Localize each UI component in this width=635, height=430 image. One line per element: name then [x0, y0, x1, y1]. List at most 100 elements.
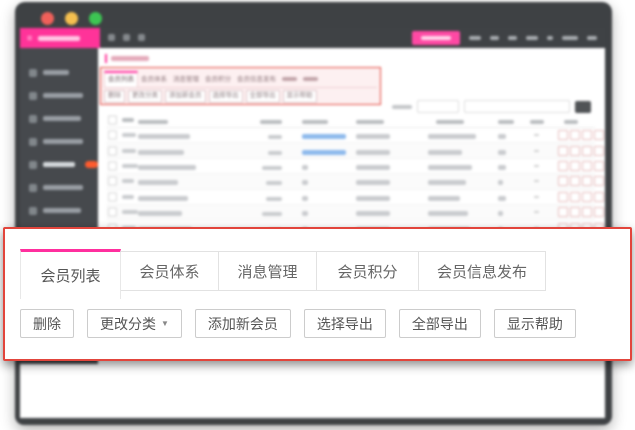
action-button[interactable]	[594, 192, 604, 202]
tab-members-list[interactable]: 会员列表	[20, 249, 121, 299]
profile-link[interactable]	[302, 134, 346, 139]
header-menu	[412, 28, 597, 48]
delete-button[interactable]: 删除	[20, 309, 74, 338]
menu-item-placeholder[interactable]	[508, 36, 517, 40]
toolbar-buttons: 删除 更改分类▼ 添加新会员 选择导出 全部导出 显示帮助	[20, 309, 576, 338]
row-checkbox[interactable]	[108, 131, 117, 140]
change-category-button[interactable]: 更改分类▼	[87, 309, 182, 338]
toolbar-icons	[108, 34, 145, 41]
action-button[interactable]	[582, 192, 592, 202]
app-top-bar: ≡	[20, 28, 605, 48]
bg-tab-member-system[interactable]: 会员体系	[138, 73, 170, 88]
highlight-region: 会员列表 会员体系 消息管理 会员积分 会员信息发布 删除 更改分类 添加新会员…	[100, 67, 381, 105]
bg-change-category-button[interactable]: 更改分类	[128, 90, 162, 103]
action-button[interactable]	[582, 146, 592, 156]
menu-item-placeholder[interactable]	[490, 36, 499, 40]
maximize-button[interactable]	[89, 12, 102, 25]
export-all-button[interactable]: 全部导出	[399, 309, 481, 338]
action-button[interactable]	[594, 207, 604, 217]
row-checkbox[interactable]	[108, 146, 117, 155]
page-title	[105, 54, 149, 63]
profile-link[interactable]	[302, 150, 346, 155]
sidebar-item-active[interactable]	[20, 153, 98, 176]
members-table	[106, 112, 595, 236]
bg-add-member-button[interactable]: 添加新会员	[165, 90, 206, 103]
action-button[interactable]	[558, 130, 568, 140]
action-button[interactable]	[594, 176, 604, 186]
sidebar-item[interactable]	[20, 84, 98, 107]
export-selected-button[interactable]: 选择导出	[304, 309, 386, 338]
menu-item-placeholder[interactable]	[562, 36, 578, 40]
grid-icon[interactable]	[123, 34, 130, 41]
action-button[interactable]	[570, 192, 580, 202]
minimize-button[interactable]	[65, 12, 78, 25]
brand-logo[interactable]: ≡	[20, 28, 100, 48]
tab-member-info-publish[interactable]: 会员信息发布	[418, 251, 546, 291]
sidebar-item[interactable]	[20, 61, 98, 84]
menu-item-placeholder[interactable]	[526, 36, 538, 40]
bg-tab-member-points[interactable]: 会员积分	[202, 73, 234, 88]
select-all-checkbox[interactable]	[108, 115, 117, 124]
action-button[interactable]	[558, 161, 568, 171]
bg-tab-message-mgmt[interactable]: 消息管理	[170, 73, 202, 88]
tab-member-system[interactable]: 会员体系	[120, 251, 219, 291]
add-new-member-button[interactable]: 添加新会员	[195, 309, 291, 338]
bg-tab-members-list[interactable]: 会员列表	[104, 71, 138, 88]
nav-icon	[29, 161, 37, 169]
nav-icon	[29, 92, 37, 100]
menu-item-placeholder[interactable]	[547, 36, 553, 40]
tab-bar: 会员列表 会员体系 消息管理 会员积分 会员信息发布	[20, 249, 546, 299]
bell-icon[interactable]	[138, 34, 145, 41]
header-primary-button[interactable]	[412, 31, 460, 45]
action-button[interactable]	[558, 207, 568, 217]
row-actions	[558, 176, 604, 186]
close-button[interactable]	[41, 12, 54, 25]
bg-tab-extra[interactable]	[279, 73, 300, 88]
row-actions	[558, 146, 604, 156]
bg-delete-button[interactable]: 删除	[104, 90, 125, 103]
action-button[interactable]	[582, 176, 592, 186]
bg-button-row: 删除 更改分类 添加新会员 选择导出 全部导出 显示帮助	[104, 90, 317, 103]
bg-tab-member-info[interactable]: 会员信息发布	[234, 73, 279, 88]
row-actions	[558, 130, 604, 140]
bg-export-all-button[interactable]: 全部导出	[246, 90, 280, 103]
refresh-icon[interactable]	[108, 34, 115, 41]
sidebar-item[interactable]	[20, 130, 98, 153]
bg-tab-bar: 会员列表 会员体系 消息管理 会员积分 会员信息发布	[104, 71, 377, 88]
row-checkbox[interactable]	[108, 177, 117, 186]
tab-message-mgmt[interactable]: 消息管理	[218, 251, 317, 291]
row-checkbox[interactable]	[108, 208, 117, 217]
row-actions	[558, 192, 604, 202]
nav-icon	[29, 69, 37, 77]
row-checkbox[interactable]	[108, 192, 117, 201]
sidebar-item[interactable]	[20, 199, 98, 222]
action-button[interactable]	[570, 161, 580, 171]
tab-member-points[interactable]: 会员积分	[316, 251, 419, 291]
caret-down-icon: ▼	[161, 320, 169, 328]
row-actions	[558, 161, 604, 171]
sidebar-item[interactable]	[20, 107, 98, 130]
row-actions	[558, 207, 604, 217]
row-checkbox[interactable]	[108, 161, 117, 170]
bg-tab-extra[interactable]	[300, 73, 321, 88]
bg-export-selected-button[interactable]: 选择导出	[209, 90, 243, 103]
sidebar-item[interactable]	[20, 176, 98, 199]
action-button[interactable]	[582, 161, 592, 171]
action-button[interactable]	[570, 176, 580, 186]
bg-show-help-button[interactable]: 显示帮助	[283, 90, 317, 103]
action-button[interactable]	[570, 207, 580, 217]
action-button[interactable]	[558, 146, 568, 156]
action-button[interactable]	[582, 130, 592, 140]
action-button[interactable]	[558, 176, 568, 186]
nav-icon	[29, 207, 37, 215]
action-button[interactable]	[558, 192, 568, 202]
action-button[interactable]	[582, 207, 592, 217]
action-button[interactable]	[594, 161, 604, 171]
action-button[interactable]	[570, 130, 580, 140]
show-help-button[interactable]: 显示帮助	[494, 309, 576, 338]
menu-item-placeholder[interactable]	[587, 36, 597, 40]
action-button[interactable]	[594, 146, 604, 156]
action-button[interactable]	[594, 130, 604, 140]
action-button[interactable]	[570, 146, 580, 156]
menu-item-placeholder[interactable]	[469, 36, 481, 40]
